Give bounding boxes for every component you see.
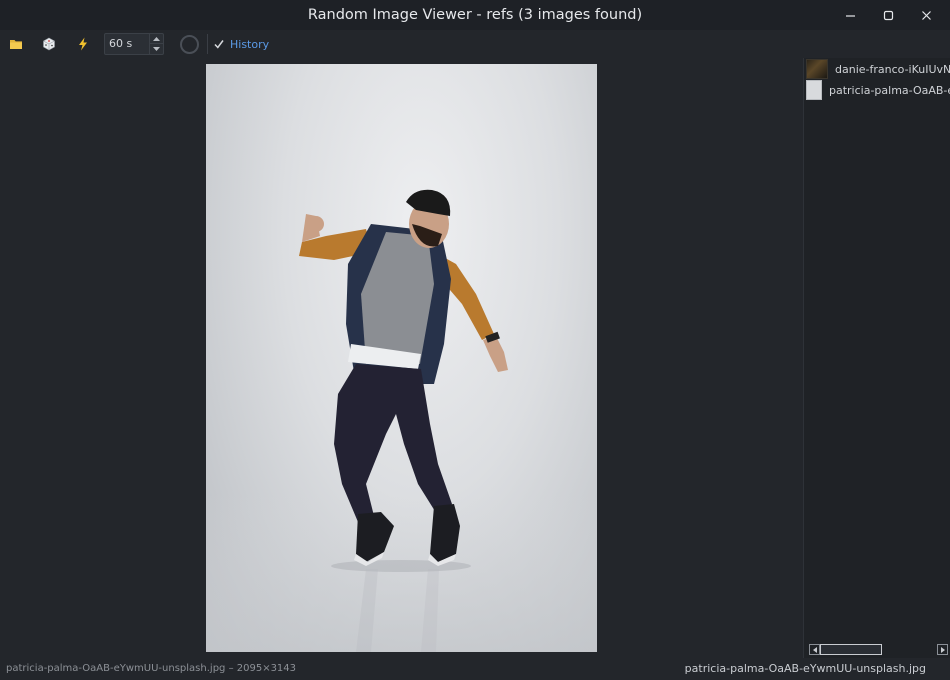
scroll-right-button[interactable] — [937, 644, 948, 655]
file-list-item-label: danie-franco-iKuIUvN — [835, 62, 950, 76]
image-viewer[interactable] — [0, 58, 803, 658]
file-list-item[interactable]: danie-franco-iKuIUvN — [806, 58, 950, 80]
status-bar: patricia-palma-OaAB-eYwmUU-unsplash.jpg … — [0, 658, 950, 680]
file-list-panel: danie-franco-iKuIUvN patricia-palma-OaAB… — [803, 58, 950, 658]
history-toggle[interactable]: History — [214, 34, 269, 54]
history-label: History — [230, 37, 270, 51]
random-button[interactable] — [38, 34, 60, 54]
toolbar: 60 s History — [0, 30, 950, 58]
spin-buttons — [149, 34, 163, 54]
thumbnail — [806, 80, 822, 100]
lightning-icon — [79, 37, 87, 51]
minimize-icon — [845, 14, 855, 17]
auto-advance-button[interactable] — [72, 34, 94, 54]
countdown-indicator — [180, 35, 199, 54]
toolbar-separator — [207, 34, 208, 54]
spin-up-button[interactable] — [150, 34, 163, 44]
dancer-figure — [206, 189, 597, 652]
current-file-name: patricia-palma-OaAB-eYwmUU-unsplash.jpg — [684, 662, 926, 675]
folder-icon — [10, 40, 22, 49]
file-list-item[interactable]: patricia-palma-OaAB-e — [806, 79, 950, 101]
window-title: Random Image Viewer - refs (3 images fou… — [307, 7, 643, 23]
scrollbar-thumb[interactable] — [820, 644, 882, 655]
chevron-left-icon — [812, 646, 817, 653]
chevron-up-icon — [153, 36, 160, 41]
title-bar: Random Image Viewer - refs (3 images fou… — [0, 0, 950, 30]
interval-spinbox[interactable]: 60 s — [104, 33, 164, 55]
displayed-image — [206, 64, 597, 652]
maximize-button[interactable] — [869, 0, 907, 30]
open-folder-button[interactable] — [5, 34, 27, 54]
minimize-button[interactable] — [831, 0, 869, 30]
file-list-item-label: patricia-palma-OaAB-e — [829, 83, 950, 97]
chevron-right-icon — [940, 646, 945, 653]
maximize-icon — [883, 10, 893, 20]
thumbnail — [806, 59, 828, 79]
horizontal-scrollbar[interactable] — [809, 644, 949, 656]
spin-down-button[interactable] — [150, 44, 163, 54]
close-icon — [921, 10, 931, 20]
interval-value: 60 s — [109, 37, 133, 50]
chevron-down-icon — [153, 47, 160, 51]
image-info: patricia-palma-OaAB-eYwmUU-unsplash.jpg … — [6, 663, 297, 674]
checkmark-icon — [214, 40, 224, 49]
dice-icon — [43, 37, 55, 51]
scroll-left-button[interactable] — [809, 644, 820, 655]
close-button[interactable] — [907, 0, 945, 30]
